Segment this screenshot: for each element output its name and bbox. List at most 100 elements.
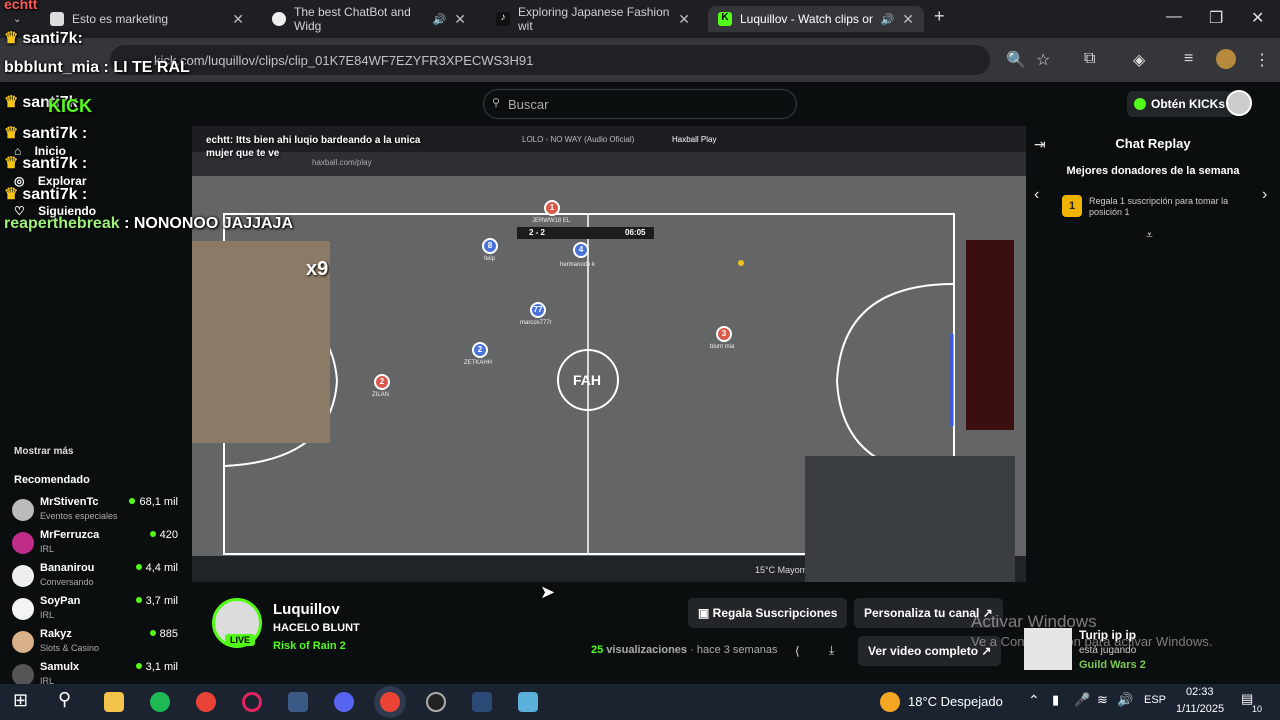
spotify-icon[interactable]	[150, 692, 170, 712]
avatar	[12, 598, 34, 620]
gift-subs-button[interactable]: ▣ Regala Suscripciones	[688, 598, 848, 628]
zoom-icon[interactable]: 🔍	[1006, 50, 1026, 70]
media-controls-icon[interactable]: ≡	[1184, 50, 1193, 68]
gift-sub-text: Regala 1 suscripción para tomar la posic…	[1089, 196, 1229, 217]
player-token: 2	[472, 342, 488, 358]
recommended-title: Recomendado	[14, 474, 90, 486]
get-kicks-button[interactable]: Obtén KICKs	[1127, 91, 1236, 117]
overlay-chat-line: ♛ santi7k:	[4, 30, 83, 47]
maximize-button[interactable]: ❐	[1209, 8, 1223, 28]
language-indicator[interactable]: ESP	[1144, 694, 1166, 706]
chrome-active-icon[interactable]	[380, 692, 400, 712]
chat-title: Chat Replay	[1115, 136, 1191, 151]
tray-chevron-icon[interactable]: ⌃	[1028, 692, 1040, 709]
new-tab-button[interactable]: +	[934, 6, 945, 27]
url-field[interactable]: kick.com/luquillov/clips/clip_01K7E84WF7…	[110, 45, 990, 75]
menu-icon[interactable]: ⋮	[1254, 50, 1270, 70]
windows-taskbar: ⊞ ⚲ 18°C Despejado ⌃ ▮ 🎤 ≋ 🔊 ESP 02:33 1…	[0, 684, 1280, 720]
search-input[interactable]: ⚲ Buscar	[483, 89, 797, 119]
search-icon: ⚲	[492, 97, 501, 109]
search-icon[interactable]: ⚲	[58, 689, 78, 709]
recommended-item[interactable]: MrStivenTc Eventos especiales 68,1 mil	[12, 496, 182, 526]
player-token: 3	[716, 326, 732, 342]
file-explorer-icon[interactable]	[104, 692, 124, 712]
tiktok-icon: ♪	[496, 12, 510, 26]
obs-icon[interactable]	[426, 692, 446, 712]
opera-icon[interactable]	[242, 692, 262, 712]
channel-name[interactable]: Luquillov	[273, 601, 340, 618]
clock-date[interactable]: 1/11/2025	[1176, 703, 1224, 715]
top-donors-title: Mejores donadores de la semana	[1066, 165, 1240, 177]
ball	[738, 260, 744, 266]
volume-icon[interactable]: 🔊	[1117, 692, 1133, 708]
crown-icon: ♛	[4, 125, 19, 142]
expand-icon[interactable]: ⩡	[1146, 228, 1153, 243]
page-icon	[50, 12, 64, 26]
avatar	[12, 565, 34, 587]
bookmark-star-icon[interactable]: ☆	[1036, 50, 1050, 70]
player-token: 1	[544, 200, 560, 216]
windows-start-icon[interactable]: ⊞	[13, 690, 33, 710]
tab-luquillov[interactable]: K Luquillov - Watch clips on K 🔊 ✕	[708, 6, 924, 32]
facecam-right	[805, 456, 1015, 582]
share-icon[interactable]: ⟨	[795, 644, 800, 658]
discord-icon[interactable]	[334, 692, 354, 712]
app-icon[interactable]	[518, 692, 538, 712]
overlay-chat-line: echtt	[4, 0, 38, 12]
video-player[interactable]: LOLO - NO WAY (Audio Oficial) Haxball Pl…	[192, 126, 1026, 582]
chevron-right-icon[interactable]: ›	[1262, 186, 1267, 204]
player-token: 4	[573, 242, 589, 258]
stream-title: HACELO BLUNT	[273, 622, 360, 634]
mouse-cursor: ➤	[540, 582, 556, 602]
close-icon[interactable]: ✕	[232, 11, 244, 28]
recommended-item[interactable]: Bananirou Conversando 4,4 mil	[12, 562, 182, 592]
player-token: 2	[374, 374, 390, 390]
friend-name: Turip ip ip	[1079, 628, 1137, 642]
wifi-icon[interactable]: ≋	[1097, 692, 1108, 708]
chrome-icon[interactable]	[196, 692, 216, 712]
clock-time[interactable]: 02:33	[1186, 686, 1214, 698]
close-icon[interactable]: ✕	[454, 11, 466, 28]
profile-avatar[interactable]	[1216, 49, 1236, 69]
steam-icon[interactable]	[288, 692, 308, 712]
player-token: 8	[482, 238, 498, 254]
microphone-icon[interactable]: 🎤	[1074, 692, 1090, 708]
close-window-button[interactable]: ✕	[1251, 8, 1264, 28]
views-info: 25 visualizaciones · hace 3 semanas	[591, 644, 778, 656]
close-icon[interactable]: ✕	[902, 11, 914, 28]
kicks-coin-icon	[1134, 98, 1146, 110]
recommended-item[interactable]: Rakyz Slots & Casino 885	[12, 628, 182, 658]
battery-icon[interactable]: ▮	[1052, 692, 1059, 708]
channel-info: LIVE Luquillov HACELO BLUNT Risk of Rain…	[192, 582, 1026, 684]
media-icon[interactable]: ◈	[1133, 50, 1145, 70]
crown-icon: ♛	[4, 30, 19, 47]
show-more-link[interactable]: Mostrar más	[14, 446, 73, 457]
side-advertisement	[966, 240, 1014, 430]
combo-counter: x9	[306, 258, 329, 280]
rank-badge: 1	[1062, 195, 1082, 217]
recommended-item[interactable]: MrFerruzca IRL 420	[12, 529, 182, 559]
chevron-left-icon[interactable]: ‹	[1034, 186, 1039, 204]
steam-icon-2[interactable]	[472, 692, 492, 712]
weather-text[interactable]: 18°C Despejado	[908, 694, 1003, 709]
minimize-button[interactable]: —	[1166, 8, 1182, 26]
user-avatar[interactable]	[1226, 90, 1252, 116]
category-link[interactable]: Risk of Rain 2	[273, 640, 346, 652]
tab-chatbot[interactable]: The best ChatBot and Widg 🔊 ✕	[262, 5, 476, 33]
friend-game: Guild Wars 2	[1079, 659, 1146, 671]
browser-tab-bar: ⌄ Esto es marketing ✕ The best ChatBot a…	[0, 0, 1280, 38]
close-icon[interactable]: ✕	[678, 11, 690, 28]
left-sidebar: ⌂ Inicio ◎ Explorar ♡ Siguiendo Mostrar …	[0, 126, 192, 686]
live-badge: LIVE	[225, 634, 256, 646]
extensions-icon[interactable]: ⧉	[1084, 50, 1095, 68]
tab-japanese-fashion[interactable]: ♪ Exploring Japanese Fashion wit ✕	[486, 5, 700, 33]
crown-icon: ♛	[4, 94, 19, 111]
notification-count: 10	[1252, 704, 1263, 714]
crown-icon: ♛	[4, 155, 19, 172]
scoreboard: 2 - 2 06:05	[517, 227, 654, 239]
center-logo: FAH	[573, 372, 601, 388]
download-icon[interactable]: ⤓	[829, 643, 834, 658]
recommended-item[interactable]: SoyPan IRL 3,7 mil	[12, 595, 182, 625]
overlay-chat-line: bbblunt_mia : LI TE RAL	[4, 59, 190, 76]
friend-status: está jugando	[1079, 645, 1137, 656]
